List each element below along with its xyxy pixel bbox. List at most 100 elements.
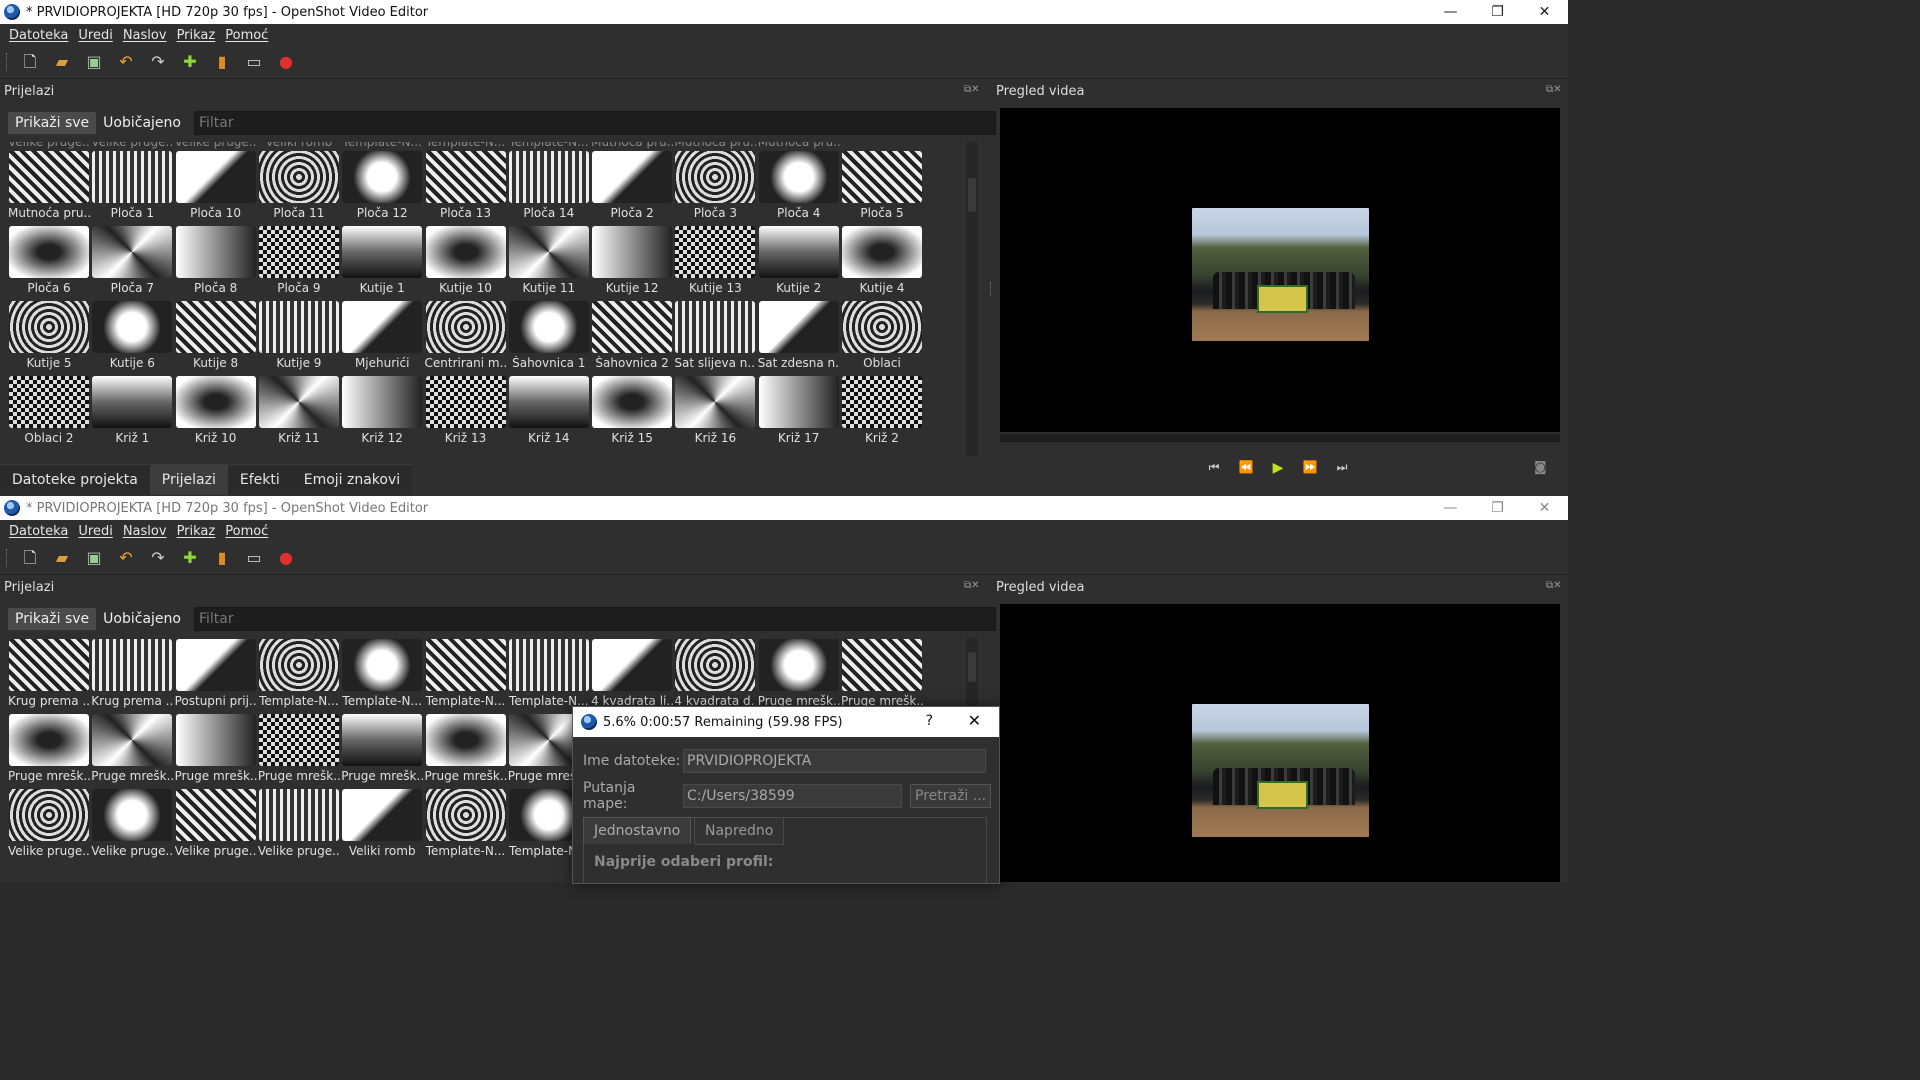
import-files-icon[interactable]: ✚: [178, 50, 202, 74]
transition-item[interactable]: Kutije 4: [841, 225, 923, 300]
transition-item[interactable]: Ploča 8: [175, 225, 257, 300]
fast-forward-icon[interactable]: ⏩: [1294, 460, 1326, 476]
new-project-icon[interactable]: 🗋: [18, 546, 42, 570]
menu-naslov[interactable]: Naslov: [118, 28, 172, 43]
close-button[interactable]: ✕: [1521, 0, 1568, 24]
browse-button[interactable]: Pretraži ...: [910, 784, 992, 808]
transition-item[interactable]: Mutnoća pru...: [8, 150, 90, 225]
transition-item[interactable]: Sat zdesna n...: [758, 300, 840, 375]
transition-item[interactable]: Pruge mrešk...: [425, 713, 507, 788]
jump-start-icon[interactable]: ⏮: [1198, 460, 1230, 476]
transition-item[interactable]: Križ 10: [175, 375, 257, 450]
menu-datoteka[interactable]: Datoteka: [4, 28, 73, 43]
transition-item[interactable]: Šahovnica 1: [508, 300, 590, 375]
play-icon[interactable]: ▶: [1262, 460, 1294, 476]
transition-item[interactable]: Kutije 10: [425, 225, 507, 300]
transition-item[interactable]: Ploča 6: [8, 225, 90, 300]
transition-item[interactable]: Sat slijeva n...: [674, 300, 756, 375]
transition-item[interactable]: Kutije 9: [258, 300, 340, 375]
show-all-button[interactable]: Prikaži sve: [8, 112, 97, 134]
minimize-button[interactable]: —: [1427, 0, 1474, 24]
transition-item[interactable]: 4 kvadrata li...: [591, 638, 673, 713]
help-button[interactable]: ?: [926, 713, 933, 729]
transition-item[interactable]: Križ 13: [425, 375, 507, 450]
transition-item[interactable]: Krug prema ...: [91, 638, 173, 713]
transition-item[interactable]: Križ 2: [841, 375, 923, 450]
transition-item[interactable]: Template-N...: [258, 638, 340, 713]
close-button[interactable]: ✕: [1521, 496, 1568, 520]
transition-item[interactable]: Križ 17: [758, 375, 840, 450]
transition-item[interactable]: Križ 12: [341, 375, 423, 450]
transition-item[interactable]: Ploča 14: [508, 150, 590, 225]
transition-item[interactable]: Velike pruge...: [258, 788, 340, 863]
scrollbar-thumb[interactable]: [968, 178, 976, 212]
transition-item[interactable]: Template-N...: [508, 638, 590, 713]
transition-item[interactable]: Pruge mrešk...: [91, 713, 173, 788]
transition-item[interactable]: Križ 16: [674, 375, 756, 450]
menu-pomoc[interactable]: Pomoć: [220, 28, 273, 43]
transition-item[interactable]: Veliki romb: [341, 788, 423, 863]
transition-item[interactable]: Velike pruge...: [91, 788, 173, 863]
panel-splitter[interactable]: [990, 282, 993, 296]
transition-item[interactable]: Šahovnica 2: [591, 300, 673, 375]
transition-item[interactable]: Kutije 6: [91, 300, 173, 375]
tab-advanced[interactable]: Napredno: [694, 817, 785, 845]
rewind-icon[interactable]: ⏪: [1230, 460, 1262, 476]
transition-item[interactable]: Ploča 1: [91, 150, 173, 225]
transition-item[interactable]: Oblaci: [841, 300, 923, 375]
transition-item[interactable]: Kutije 11: [508, 225, 590, 300]
new-project-icon[interactable]: 🗋: [18, 50, 42, 74]
menu-pomoc[interactable]: Pomoć: [220, 524, 273, 539]
menu-uredi[interactable]: Uredi: [73, 28, 117, 43]
filter-input[interactable]: Filtar: [193, 607, 996, 631]
common-button[interactable]: Uobičajeno: [96, 112, 188, 134]
choose-profile-icon[interactable]: ▮: [210, 50, 234, 74]
transition-item[interactable]: Pruge mrešk...: [341, 713, 423, 788]
import-files-icon[interactable]: ✚: [178, 546, 202, 570]
tab-effects[interactable]: Efekti: [228, 465, 292, 495]
redo-icon[interactable]: ↷: [146, 546, 170, 570]
restore-button[interactable]: ❐: [1474, 0, 1521, 24]
transitions-dock-buttons[interactable]: ⧉✕: [964, 580, 980, 591]
redo-icon[interactable]: ↷: [146, 50, 170, 74]
export-video-icon[interactable]: ●: [274, 50, 298, 74]
tab-transitions[interactable]: Prijelazi: [149, 465, 228, 495]
transition-item[interactable]: Oblaci 2: [8, 375, 90, 450]
camera-icon[interactable]: ◙: [1534, 460, 1547, 475]
menu-prikaz[interactable]: Prikaz: [172, 524, 221, 539]
transition-item[interactable]: Ploča 4: [758, 150, 840, 225]
transition-item[interactable]: Template-N...: [425, 788, 507, 863]
transition-item[interactable]: Kutije 5: [8, 300, 90, 375]
folder-path-input[interactable]: C:/Users/38599: [683, 784, 902, 808]
transition-item[interactable]: Ploča 12: [341, 150, 423, 225]
preview-dock-buttons[interactable]: ⧉✕: [1546, 84, 1562, 95]
show-all-button[interactable]: Prikaži sve: [8, 608, 97, 630]
undo-icon[interactable]: ↶: [114, 50, 138, 74]
minimize-button[interactable]: —: [1427, 496, 1474, 520]
common-button[interactable]: Uobičajeno: [96, 608, 188, 630]
tab-emojis[interactable]: Emoji znakovi: [292, 465, 412, 495]
dialog-title-bar[interactable]: 5.6% 0:00:57 Remaining (59.98 FPS) ? ✕: [573, 707, 999, 737]
save-project-icon[interactable]: ▣: [82, 50, 106, 74]
transition-item[interactable]: Centrirani m...: [425, 300, 507, 375]
transition-item[interactable]: Križ 15: [591, 375, 673, 450]
transitions-scrollbar[interactable]: [966, 142, 978, 456]
filter-input[interactable]: Filtar: [193, 111, 996, 135]
transition-item[interactable]: Velike pruge...: [8, 788, 90, 863]
menu-datoteka[interactable]: Datoteka: [4, 524, 73, 539]
transition-item[interactable]: Ploča 9: [258, 225, 340, 300]
filename-input[interactable]: PRVIDIOPROJEKTA: [683, 749, 986, 773]
tab-project-files[interactable]: Datoteke projekta: [0, 465, 150, 495]
transition-item[interactable]: Template-N...: [341, 638, 423, 713]
save-project-icon[interactable]: ▣: [82, 546, 106, 570]
preview-seek-bar[interactable]: [1000, 434, 1560, 442]
transition-item[interactable]: Pruge mrešk...: [175, 713, 257, 788]
menu-prikaz[interactable]: Prikaz: [172, 28, 221, 43]
tab-simple[interactable]: Jednostavno: [583, 817, 692, 844]
transition-item[interactable]: Ploča 3: [674, 150, 756, 225]
transition-item[interactable]: Kutije 2: [758, 225, 840, 300]
transition-item[interactable]: Križ 11: [258, 375, 340, 450]
transition-item[interactable]: Pruge mrešk...: [8, 713, 90, 788]
open-project-icon[interactable]: ▰: [50, 546, 74, 570]
preview-dock-buttons[interactable]: ⧉✕: [1546, 580, 1562, 591]
